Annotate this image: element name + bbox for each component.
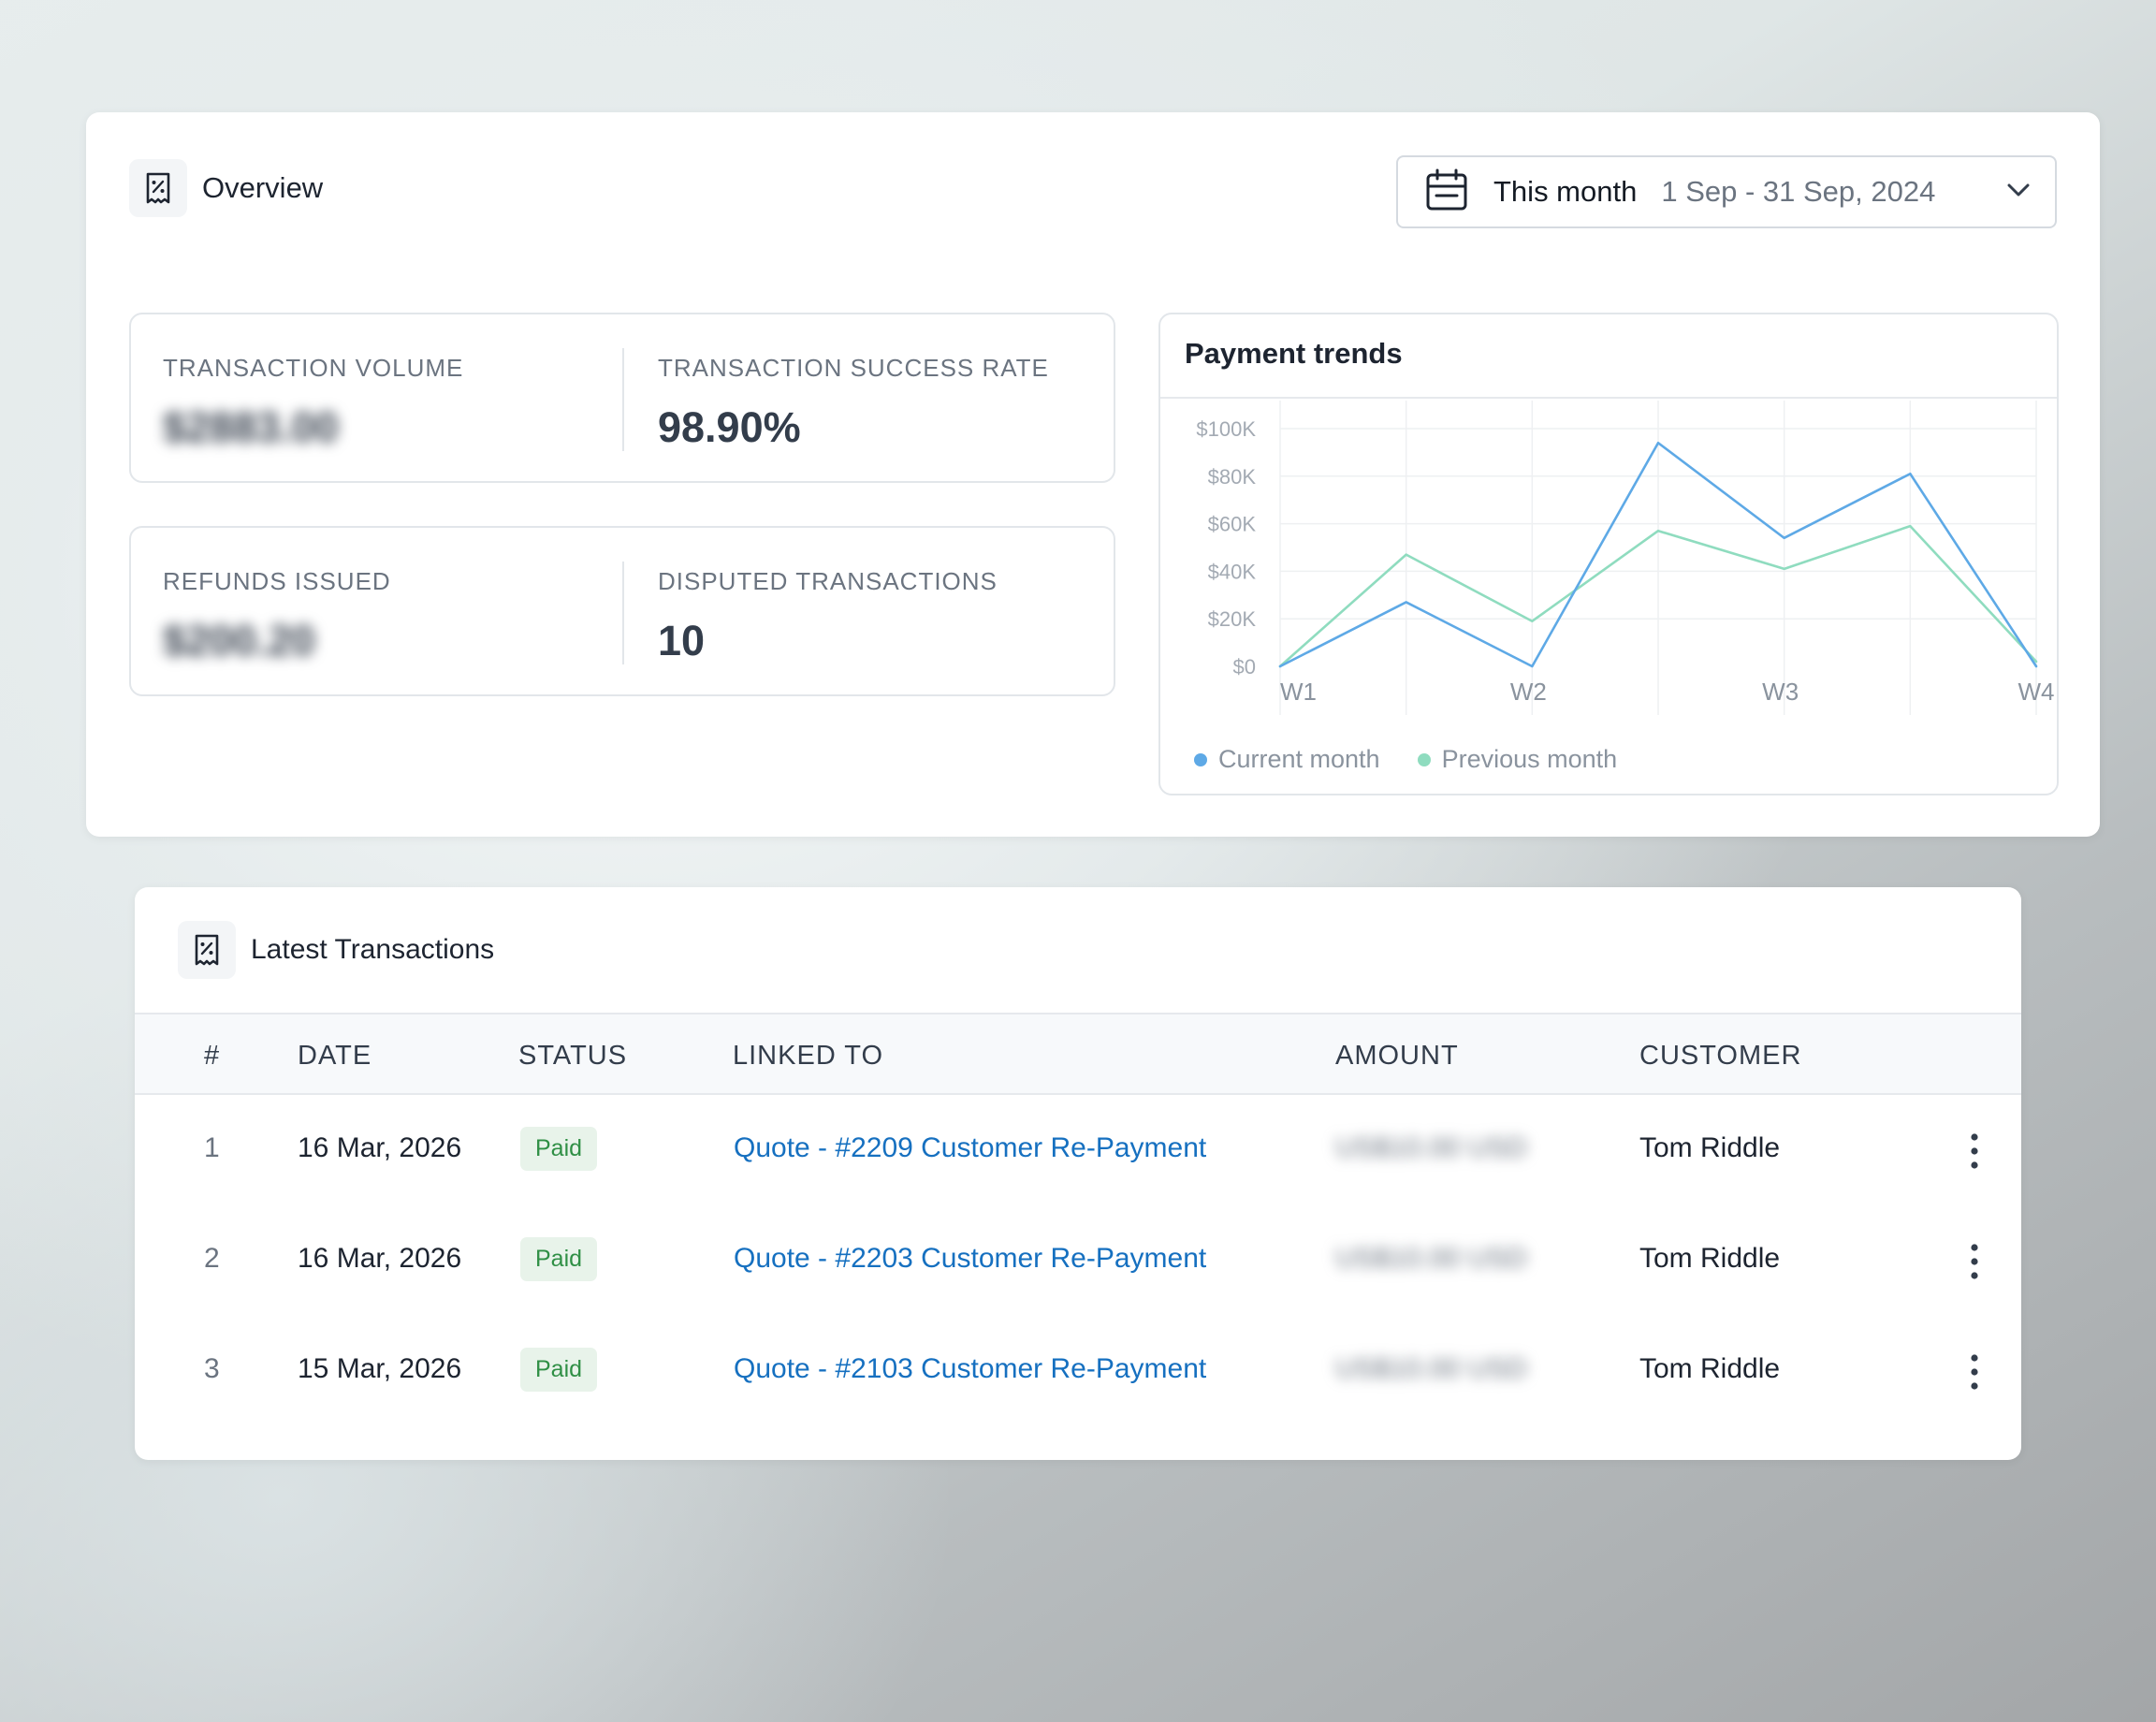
kebab-menu-icon[interactable] bbox=[1965, 1351, 1984, 1393]
column-header-linked-to: LINKED TO bbox=[733, 1041, 884, 1071]
chevron-down-icon bbox=[2004, 176, 2032, 209]
overview-header: Overview bbox=[129, 159, 323, 217]
row-customer: Tom Riddle bbox=[1639, 1132, 1781, 1163]
y-tick-label: $100K bbox=[1196, 417, 1256, 441]
transactions-title: Latest Transactions bbox=[251, 934, 495, 965]
x-tick-label: W2 bbox=[1510, 678, 1547, 706]
column-header-customer: CUSTOMER bbox=[1639, 1041, 1802, 1071]
payment-trends-chart: $100K $80K $60K $40K $20K $0 W1 W2 W3 W4 bbox=[1196, 401, 2055, 715]
x-tick-label: W1 bbox=[1280, 678, 1317, 706]
stat-divider bbox=[622, 562, 624, 664]
x-tick-label: W3 bbox=[1762, 678, 1799, 706]
kebab-menu-icon[interactable] bbox=[1965, 1131, 1984, 1172]
latest-transactions-card: Latest Transactions # DATE STATUS LINKED… bbox=[135, 887, 2021, 1460]
status-badge: Paid bbox=[520, 1348, 598, 1392]
row-amount: US$10.00 USD bbox=[1335, 1132, 1528, 1163]
overview-title: Overview bbox=[202, 171, 324, 204]
stat-label: REFUNDS ISSUED bbox=[163, 567, 391, 595]
table-row[interactable]: 2 16 Mar, 2026 Paid Quote - #2203 Custom… bbox=[135, 1205, 2021, 1316]
stat-value: 98.90% bbox=[658, 403, 801, 451]
y-tick-label: $80K bbox=[1208, 465, 1257, 489]
stat-refunds-issued: REFUNDS ISSUED $200.20 bbox=[163, 567, 391, 665]
row-index: 3 bbox=[204, 1353, 220, 1384]
receipt-percent-icon bbox=[129, 159, 187, 217]
stat-value: $200.20 bbox=[163, 617, 315, 664]
row-date: 16 Mar, 2026 bbox=[298, 1132, 462, 1163]
linked-quote-link[interactable]: Quote - #2203 Customer Re-Payment bbox=[734, 1243, 1206, 1275]
chart-divider bbox=[1160, 397, 2057, 399]
column-header-amount: AMOUNT bbox=[1335, 1041, 1459, 1071]
column-header-index: # bbox=[204, 1041, 221, 1071]
table-row[interactable]: 1 16 Mar, 2026 Paid Quote - #2209 Custom… bbox=[135, 1095, 2021, 1205]
x-tick-label: W4 bbox=[2018, 678, 2055, 706]
status-badge: Paid bbox=[520, 1127, 598, 1171]
stat-transaction-volume: TRANSACTION VOLUME $2883.00 bbox=[163, 354, 463, 452]
stat-label: TRANSACTION VOLUME bbox=[163, 354, 464, 382]
date-range-label: This month bbox=[1493, 175, 1638, 208]
stat-label: DISPUTED TRANSACTIONS bbox=[658, 567, 998, 595]
table-header: # DATE STATUS LINKED TO AMOUNT CUSTOMER bbox=[135, 1013, 2021, 1095]
row-amount: US$10.00 USD bbox=[1335, 1353, 1528, 1384]
column-header-date: DATE bbox=[298, 1041, 372, 1071]
legend-label: Previous month bbox=[1441, 745, 1618, 773]
transactions-header: Latest Transactions bbox=[178, 921, 494, 979]
legend-item-current-month: Current month bbox=[1194, 745, 1380, 774]
row-date: 15 Mar, 2026 bbox=[298, 1353, 462, 1384]
y-tick-label: $60K bbox=[1208, 513, 1257, 536]
chart-legend: Current month Previous month bbox=[1194, 745, 1617, 774]
chart-title: Payment trends bbox=[1185, 337, 1403, 370]
date-range-picker[interactable]: This month 1 Sep - 31 Sep, 2024 bbox=[1396, 155, 2057, 228]
y-tick-label: $0 bbox=[1233, 655, 1256, 679]
receipt-percent-icon bbox=[178, 921, 236, 979]
date-range-value: 1 Sep - 31 Sep, 2024 bbox=[1661, 175, 1936, 208]
row-index: 1 bbox=[204, 1132, 220, 1163]
overview-card: Overview This month 1 Sep - 31 Sep, 2024… bbox=[86, 112, 2100, 837]
stat-success-rate: TRANSACTION SUCCESS RATE 98.90% bbox=[658, 354, 1049, 452]
legend-item-previous-month: Previous month bbox=[1417, 745, 1618, 774]
row-customer: Tom Riddle bbox=[1639, 1243, 1781, 1274]
row-date: 16 Mar, 2026 bbox=[298, 1243, 462, 1274]
stat-label: TRANSACTION SUCCESS RATE bbox=[658, 354, 1049, 382]
payment-trends-card: Payment trends $100K $80K $60K $40K $20K $0 W1… bbox=[1158, 313, 2059, 795]
table-row[interactable]: 3 15 Mar, 2026 Paid Quote - #2103 Custom… bbox=[135, 1316, 2021, 1426]
linked-quote-link[interactable]: Quote - #2209 Customer Re-Payment bbox=[734, 1132, 1206, 1164]
legend-dot bbox=[1417, 752, 1431, 766]
stat-card-volume-success: TRANSACTION VOLUME $2883.00 TRANSACTION … bbox=[129, 313, 1115, 483]
stat-divider bbox=[622, 348, 624, 451]
stat-card-refunds-disputes: REFUNDS ISSUED $200.20 DISPUTED TRANSACT… bbox=[129, 526, 1115, 696]
row-amount: US$10.00 USD bbox=[1335, 1243, 1528, 1274]
legend-label: Current month bbox=[1218, 745, 1380, 773]
stat-value: 10 bbox=[658, 617, 706, 664]
kebab-menu-icon[interactable] bbox=[1965, 1241, 1984, 1282]
y-tick-label: $40K bbox=[1208, 560, 1257, 583]
stat-disputed-transactions: DISPUTED TRANSACTIONS 10 bbox=[658, 567, 998, 665]
row-customer: Tom Riddle bbox=[1639, 1353, 1781, 1384]
linked-quote-link[interactable]: Quote - #2103 Customer Re-Payment bbox=[734, 1353, 1206, 1385]
y-tick-label: $20K bbox=[1208, 607, 1257, 631]
row-index: 2 bbox=[204, 1243, 220, 1274]
status-badge: Paid bbox=[520, 1237, 598, 1281]
calendar-icon bbox=[1424, 168, 1469, 217]
stat-value: $2883.00 bbox=[163, 403, 339, 451]
legend-dot bbox=[1194, 752, 1207, 766]
column-header-status: STATUS bbox=[518, 1041, 628, 1071]
